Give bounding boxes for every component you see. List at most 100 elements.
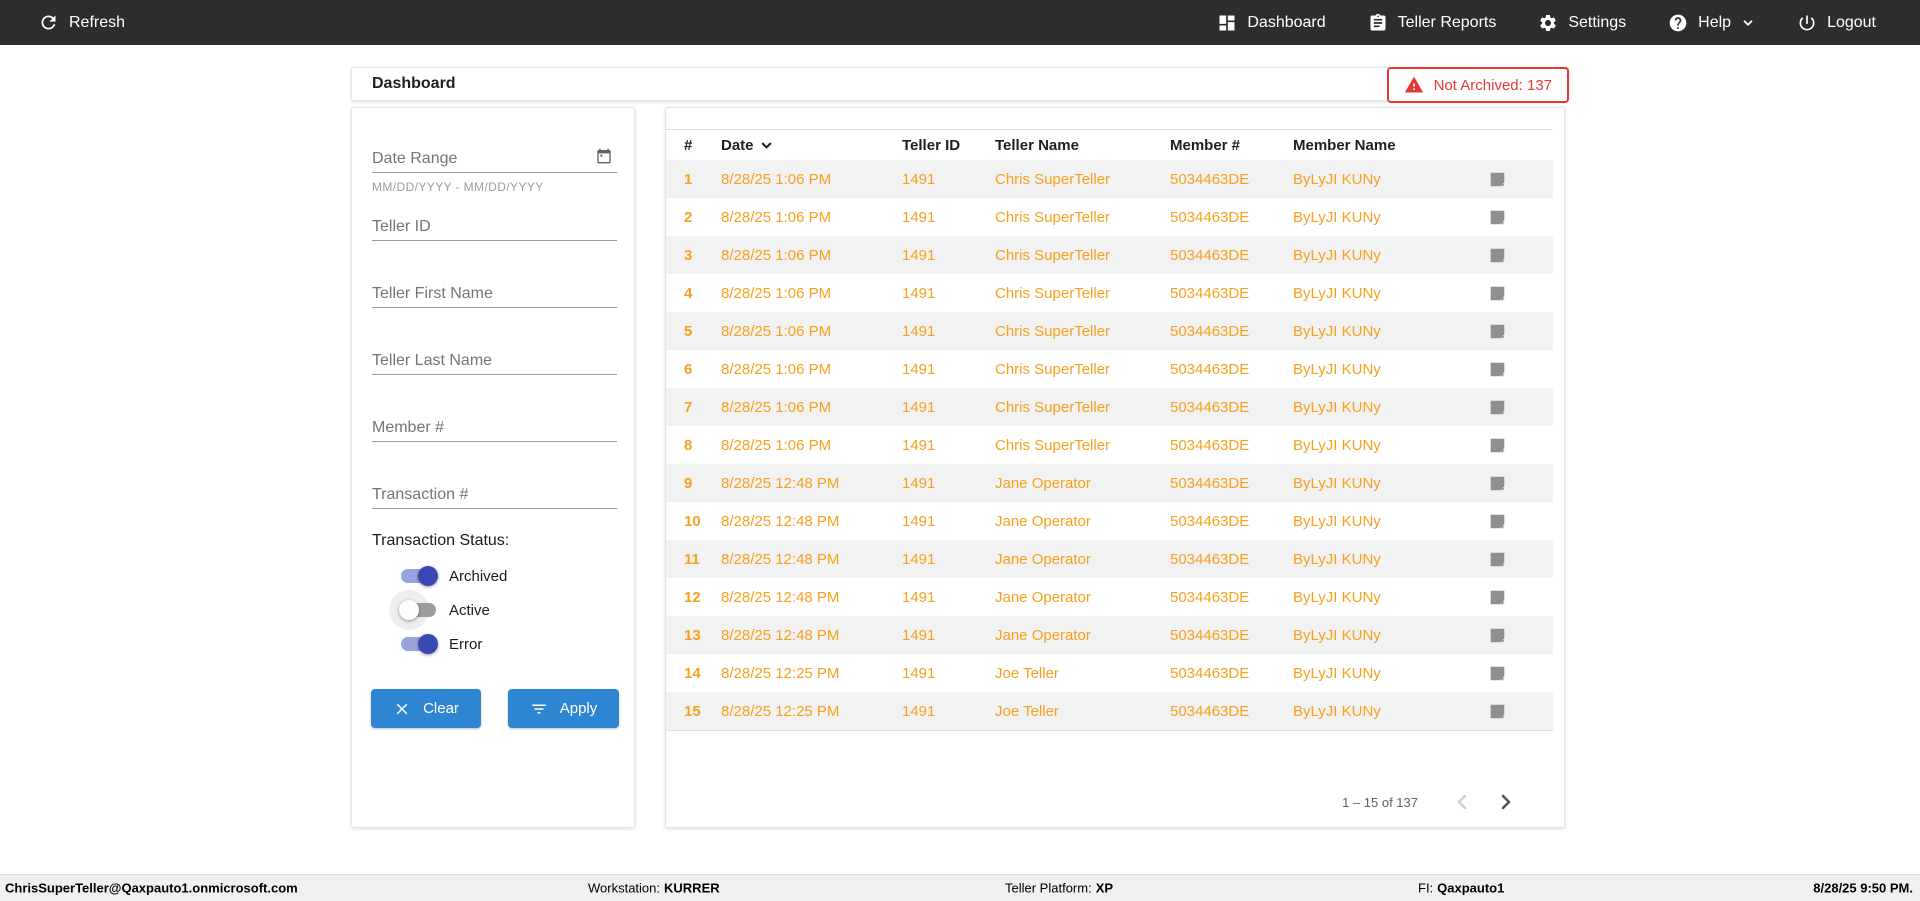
cell-teller-name: Chris SuperTeller xyxy=(995,208,1111,226)
note-icon[interactable] xyxy=(1489,361,1553,378)
error-toggle-label: Error xyxy=(449,635,483,653)
cell-teller-id: 1491 xyxy=(902,512,936,530)
nav-settings[interactable]: Settings xyxy=(1538,13,1626,33)
teller-last-name-field[interactable] xyxy=(372,348,617,375)
table-row[interactable]: 8 8/28/25 1:06 PM 1491 Chris SuperTeller… xyxy=(666,426,1553,464)
note-icon[interactable] xyxy=(1489,171,1553,188)
transaction-number-field[interactable] xyxy=(372,482,617,509)
archived-toggle[interactable] xyxy=(401,566,438,586)
cell-member-number: 5034463DE xyxy=(1170,246,1250,264)
member-number-field[interactable] xyxy=(372,415,617,442)
table-row[interactable]: 1 8/28/25 1:06 PM 1491 Chris SuperTeller… xyxy=(666,160,1553,198)
next-page-button[interactable] xyxy=(1484,780,1528,824)
refresh-button[interactable]: Refresh xyxy=(38,12,125,33)
teller-id-field[interactable] xyxy=(372,214,617,241)
cell-member-number: 5034463DE xyxy=(1170,626,1250,644)
teller-id-input[interactable] xyxy=(372,214,617,240)
status-toggle-row[interactable]: Active xyxy=(389,590,490,630)
nav-teller-reports-label: Teller Reports xyxy=(1397,13,1497,31)
note-icon[interactable] xyxy=(1489,513,1553,530)
page-title: Dashboard xyxy=(372,75,456,92)
status-toggle-row[interactable]: Archived xyxy=(401,566,507,586)
table-row[interactable]: 15 8/28/25 12:25 PM 1491 Joe Teller 5034… xyxy=(666,692,1553,730)
table-row[interactable]: 14 8/28/25 12:25 PM 1491 Joe Teller 5034… xyxy=(666,654,1553,692)
row-number: 13 xyxy=(684,626,701,644)
table-row[interactable]: 7 8/28/25 1:06 PM 1491 Chris SuperTeller… xyxy=(666,388,1553,426)
teller-first-name-input[interactable] xyxy=(372,281,617,307)
apply-button[interactable]: Apply xyxy=(508,689,619,728)
member-number-input[interactable] xyxy=(372,415,617,441)
row-number: 5 xyxy=(684,322,693,340)
cell-member-number: 5034463DE xyxy=(1170,702,1250,720)
cell-teller-name: Chris SuperTeller xyxy=(995,360,1111,378)
cell-teller-id: 1491 xyxy=(902,664,936,682)
column-header-date[interactable]: Date xyxy=(721,137,902,154)
note-icon[interactable] xyxy=(1489,665,1553,682)
table-row[interactable]: 12 8/28/25 12:48 PM 1491 Jane Operator 5… xyxy=(666,578,1553,616)
nav-dashboard[interactable]: Dashboard xyxy=(1217,13,1326,33)
note-icon[interactable] xyxy=(1489,703,1553,720)
error-toggle[interactable] xyxy=(401,634,438,654)
nav-teller-reports[interactable]: Teller Reports xyxy=(1368,13,1497,33)
cell-date: 8/28/25 12:48 PM xyxy=(721,626,840,644)
note-icon[interactable] xyxy=(1489,437,1553,454)
nav-logout[interactable]: Logout xyxy=(1797,13,1876,33)
table-row[interactable]: 13 8/28/25 12:48 PM 1491 Jane Operator 5… xyxy=(666,616,1553,654)
note-icon[interactable] xyxy=(1489,247,1553,264)
table-row[interactable]: 10 8/28/25 12:48 PM 1491 Jane Operator 5… xyxy=(666,502,1553,540)
teller-first-name-field[interactable] xyxy=(372,281,617,308)
cell-teller-id: 1491 xyxy=(902,398,936,416)
table-row[interactable]: 9 8/28/25 12:48 PM 1491 Jane Operator 50… xyxy=(666,464,1553,502)
nav-dashboard-label: Dashboard xyxy=(1247,13,1326,31)
cell-member-name: ByLyJI KUNy xyxy=(1293,436,1381,454)
cell-teller-id: 1491 xyxy=(902,208,936,226)
note-icon[interactable] xyxy=(1489,551,1553,568)
clear-button[interactable]: Clear xyxy=(371,689,481,728)
cell-teller-name: Jane Operator xyxy=(995,550,1091,568)
previous-page-button[interactable] xyxy=(1440,780,1484,824)
dashboard-icon xyxy=(1219,15,1235,30)
row-number: 4 xyxy=(684,284,693,302)
cell-member-number: 5034463DE xyxy=(1170,284,1250,302)
teller-last-name-input[interactable] xyxy=(372,348,617,374)
date-range-field[interactable] xyxy=(372,146,617,173)
note-icon[interactable] xyxy=(1489,285,1553,302)
note-icon[interactable] xyxy=(1489,323,1553,340)
table-row[interactable]: 6 8/28/25 1:06 PM 1491 Chris SuperTeller… xyxy=(666,350,1553,388)
note-icon[interactable] xyxy=(1489,475,1553,492)
nav-help[interactable]: Help xyxy=(1668,13,1755,33)
column-header-member-number[interactable]: Member # xyxy=(1170,137,1293,154)
cell-member-number: 5034463DE xyxy=(1170,550,1250,568)
status-toggle-row[interactable]: Error xyxy=(401,634,482,654)
table-body: 1 8/28/25 1:06 PM 1491 Chris SuperTeller… xyxy=(666,160,1553,731)
table-row[interactable]: 11 8/28/25 12:48 PM 1491 Jane Operator 5… xyxy=(666,540,1553,578)
chevron-right-icon xyxy=(1501,794,1511,810)
note-icon[interactable] xyxy=(1489,589,1553,606)
cell-member-name: ByLyJI KUNy xyxy=(1293,170,1381,188)
table-header-row: # Date Teller ID Teller Name Member # Me… xyxy=(666,129,1553,160)
note-icon[interactable] xyxy=(1489,399,1553,416)
note-icon[interactable] xyxy=(1489,627,1553,644)
column-header-number[interactable]: # xyxy=(684,137,721,154)
table-row[interactable]: 3 8/28/25 1:06 PM 1491 Chris SuperTeller… xyxy=(666,236,1553,274)
table-row[interactable]: 2 8/28/25 1:06 PM 1491 Chris SuperTeller… xyxy=(666,198,1553,236)
transaction-number-input[interactable] xyxy=(372,482,617,508)
teller-platform-status: Teller Platform: XP xyxy=(1005,880,1114,896)
date-range-input[interactable] xyxy=(372,146,617,172)
cell-date: 8/28/25 1:06 PM xyxy=(721,170,832,188)
row-number: 8 xyxy=(684,436,693,454)
table-row[interactable]: 5 8/28/25 1:06 PM 1491 Chris SuperTeller… xyxy=(666,312,1553,350)
chevron-down-icon xyxy=(1743,19,1753,26)
column-header-member-name[interactable]: Member Name xyxy=(1293,137,1489,154)
calendar-icon[interactable] xyxy=(596,148,612,169)
row-number: 1 xyxy=(684,170,693,188)
table-row[interactable]: 4 8/28/25 1:06 PM 1491 Chris SuperTeller… xyxy=(666,274,1553,312)
not-archived-badge[interactable]: Not Archived: 137 xyxy=(1386,67,1569,103)
note-icon[interactable] xyxy=(1489,209,1553,226)
cell-member-number: 5034463DE xyxy=(1170,436,1250,454)
column-header-teller-id[interactable]: Teller ID xyxy=(902,137,995,154)
column-header-teller-name[interactable]: Teller Name xyxy=(995,137,1170,154)
row-number: 14 xyxy=(684,664,701,682)
row-number: 3 xyxy=(684,246,693,264)
active-toggle[interactable] xyxy=(389,590,438,630)
